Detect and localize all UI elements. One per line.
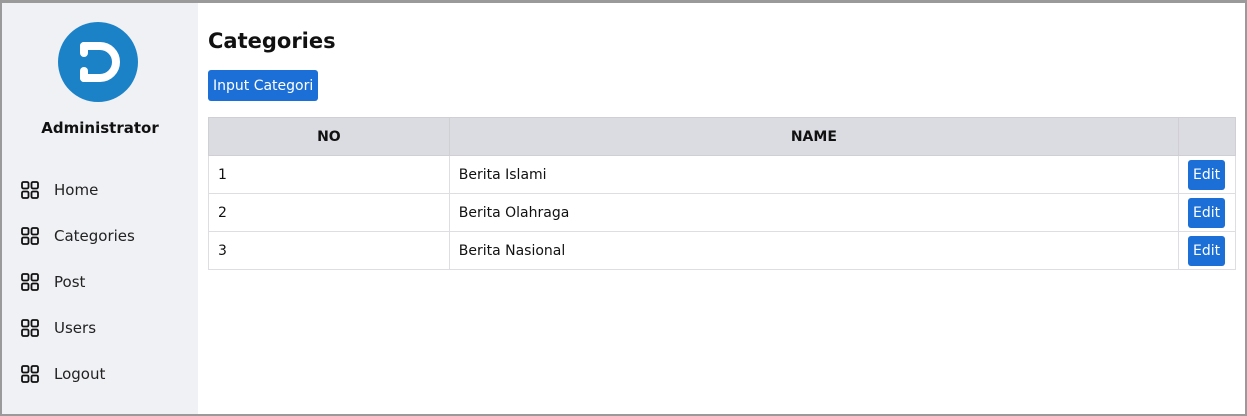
sidebar-nav: Home Categories Post Users Logout [2, 167, 198, 397]
column-header-action [1177, 117, 1237, 156]
cell-action: Edit [1177, 231, 1237, 270]
grid-icon [21, 227, 39, 245]
logo-d-icon [80, 42, 120, 82]
cell-no: 1 [208, 155, 450, 194]
table-row: 2 Berita Olahraga Edit [208, 193, 1237, 232]
sidebar: Administrator Home Categories Post Users… [2, 3, 198, 414]
input-category-button[interactable]: Input Categori [208, 70, 319, 101]
grid-icon [21, 181, 39, 199]
edit-button[interactable]: Edit [1187, 235, 1226, 266]
page-title: Categories [208, 29, 336, 53]
column-header-no: NO [208, 117, 450, 156]
cell-no: 3 [208, 231, 450, 270]
sidebar-item-label: Logout [54, 365, 106, 383]
sidebar-item-label: Categories [54, 227, 135, 245]
table-row: 3 Berita Nasional Edit [208, 231, 1237, 270]
sidebar-item-post[interactable]: Post [2, 259, 198, 305]
column-header-name: NAME [448, 117, 1179, 156]
cell-name: Berita Islami [448, 155, 1179, 194]
sidebar-item-label: Post [54, 273, 86, 291]
edit-button[interactable]: Edit [1187, 159, 1226, 190]
profile-name: Administrator [41, 119, 159, 137]
sidebar-item-logout[interactable]: Logout [2, 351, 198, 397]
grid-icon [21, 319, 39, 337]
categories-table: NO NAME 1 Berita Islami Edit 2 Berita Ol… [208, 117, 1237, 270]
main-content: Categories Input Categori NO NAME 1 Beri… [198, 3, 1245, 414]
sidebar-item-categories[interactable]: Categories [2, 213, 198, 259]
cell-action: Edit [1177, 193, 1237, 232]
sidebar-item-users[interactable]: Users [2, 305, 198, 351]
table-row: 1 Berita Islami Edit [208, 155, 1237, 194]
cell-name: Berita Olahraga [448, 193, 1179, 232]
sidebar-item-label: Users [54, 319, 97, 337]
grid-icon [21, 365, 39, 383]
cell-action: Edit [1177, 155, 1237, 194]
sidebar-item-home[interactable]: Home [2, 167, 198, 213]
brand-logo [58, 22, 138, 102]
grid-icon [21, 273, 39, 291]
cell-no: 2 [208, 193, 450, 232]
cell-name: Berita Nasional [448, 231, 1179, 270]
table-header-row: NO NAME [208, 117, 1237, 156]
sidebar-item-label: Home [54, 181, 99, 199]
edit-button[interactable]: Edit [1187, 197, 1226, 228]
app-window: Administrator Home Categories Post Users… [0, 0, 1247, 416]
